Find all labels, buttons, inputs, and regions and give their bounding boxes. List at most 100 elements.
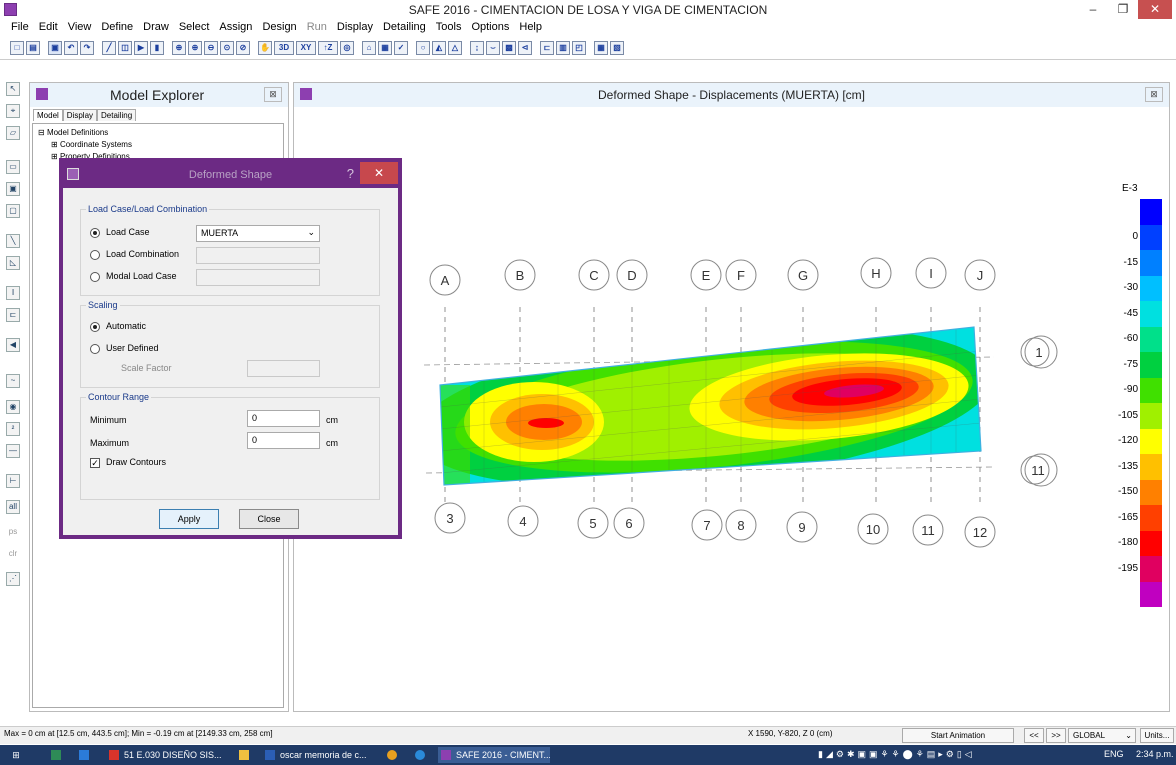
lock-icon[interactable]: ▮ [150, 40, 164, 55]
redo-icon[interactable]: ↷ [80, 40, 94, 55]
zoom-fit-icon[interactable]: ⊙ [220, 40, 234, 55]
start-animation-button[interactable]: Start Animation [902, 728, 1014, 743]
help-button[interactable]: ? [347, 166, 354, 181]
new-icon[interactable]: □ [10, 40, 24, 55]
load-case-select[interactable]: MUERTA ⌄ [196, 225, 320, 242]
user-defined-radio[interactable] [90, 344, 100, 354]
support-icon[interactable]: ◭ [432, 40, 446, 55]
tab-model[interactable]: Model [33, 109, 63, 121]
undo-icon[interactable]: ↶ [64, 40, 78, 55]
tree-node-model-definitions[interactable]: ⊟ Model Definitions [38, 128, 108, 137]
draw-rect-icon[interactable]: ▣ [6, 182, 20, 196]
view-close-button[interactable]: ⊠ [1145, 87, 1163, 102]
draw-point-icon[interactable]: ◉ [6, 400, 20, 414]
minimize-button[interactable]: – [1080, 0, 1106, 19]
circle-icon[interactable]: ○ [416, 40, 430, 55]
triangle-icon[interactable]: △ [448, 40, 462, 55]
menu-design[interactable]: Design [257, 20, 301, 36]
grid-bubble-H[interactable]: H [860, 257, 892, 289]
modal-load-case-radio[interactable] [90, 272, 100, 282]
draw-wall-icon[interactable]: ⊏ [6, 308, 20, 322]
open-icon[interactable]: ▤ [26, 40, 40, 55]
check-icon[interactable]: ✓ [394, 40, 408, 55]
draw-tendon-icon[interactable]: ~ [6, 374, 20, 388]
menu-tools[interactable]: Tools [431, 20, 467, 36]
menu-view[interactable]: View [63, 20, 97, 36]
zoom-window-icon[interactable]: ⊕ [172, 40, 186, 55]
grid-bubble-8[interactable]: 8 [725, 509, 757, 541]
draw-opening-icon[interactable]: ▢ [6, 204, 20, 218]
show-forces-icon[interactable]: ▦ [378, 40, 392, 55]
load-case-radio[interactable] [90, 228, 100, 238]
taskbar-item-explorer[interactable] [236, 747, 258, 763]
grid-bubble-row-1[interactable]: 1 [1020, 335, 1058, 369]
grid-bubble-12[interactable]: 12 [964, 516, 996, 548]
taskbar-app-project[interactable] [48, 747, 70, 763]
rebar-icon[interactable]: ▥ [556, 40, 570, 55]
grid-bubble-G[interactable]: G [787, 259, 819, 291]
snap-icon[interactable]: ⊢ [6, 474, 20, 488]
explorer-close-button[interactable]: ⊠ [264, 87, 282, 102]
expand-icon[interactable]: ⊞ [51, 152, 58, 161]
view-3d-button[interactable]: 3D [274, 40, 294, 55]
restore-button[interactable]: ❐ [1110, 0, 1136, 19]
stress-icon[interactable]: ▩ [502, 40, 516, 55]
draw-area-icon[interactable]: ▭ [6, 160, 20, 174]
save-icon[interactable]: ▣ [48, 40, 62, 55]
pointer-icon[interactable]: ╱ [102, 40, 116, 55]
run-icon[interactable]: ▶ [134, 40, 148, 55]
dialog-close-button[interactable]: ✕ [360, 162, 398, 184]
draw-slab-icon[interactable]: ▱ [6, 126, 20, 140]
grid-bubble-I[interactable]: I [915, 257, 947, 289]
grid-bubble-6[interactable]: 6 [613, 507, 645, 539]
units-button[interactable]: Units... [1140, 728, 1174, 743]
grid-bubble-C[interactable]: C [578, 259, 610, 291]
pan-icon[interactable]: ✋ [258, 40, 272, 55]
automatic-radio[interactable] [90, 322, 100, 332]
taskbar-item-word[interactable]: oscar memoria de c... [262, 747, 376, 763]
dimension-icon[interactable]: ² [6, 422, 20, 436]
menu-draw[interactable]: Draw [138, 20, 174, 36]
refresh-icon[interactable]: ◫ [118, 40, 132, 55]
zoom-previous-icon[interactable]: ⊘ [236, 40, 250, 55]
grid-bubble-E[interactable]: E [690, 259, 722, 291]
select-pointer-icon[interactable]: ↖ [6, 82, 20, 96]
select-all-icon[interactable]: all [6, 500, 20, 514]
maximum-input[interactable]: 0 [247, 432, 320, 449]
load-combination-radio[interactable] [90, 250, 100, 260]
perspective-icon[interactable]: ◎ [340, 40, 354, 55]
grid-bubble-D[interactable]: D [616, 259, 648, 291]
taskbar-item-chrome[interactable] [384, 747, 406, 763]
tab-display[interactable]: Display [62, 109, 98, 121]
reaction-icon[interactable]: ↨ [470, 40, 484, 55]
previous-button[interactable]: << [1024, 728, 1044, 743]
zoom-in-icon[interactable]: ⊕ [188, 40, 202, 55]
language-indicator[interactable]: ENG [1104, 749, 1124, 759]
taskbar-app-outlook[interactable] [76, 747, 98, 763]
draw-column-icon[interactable]: Ⅰ [6, 286, 20, 300]
expand-icon[interactable]: ⊞ [51, 140, 58, 149]
minimum-input[interactable]: 0 [247, 410, 320, 427]
draw-strip-icon[interactable]: ◀ [6, 338, 20, 352]
design-icon[interactable]: ⊏ [540, 40, 554, 55]
grid-bubble-row-11[interactable]: 11 [1020, 453, 1058, 487]
table-icon[interactable]: ▦ [594, 40, 608, 55]
coord-system-select[interactable]: GLOBAL ⌄ [1068, 728, 1136, 743]
menu-display[interactable]: Display [332, 20, 378, 36]
contour-plot[interactable]: A B C D E F G H I J 3 4 5 6 7 8 9 10 11 … [294, 107, 1094, 711]
menu-select[interactable]: Select [174, 20, 215, 36]
grid-bubble-11[interactable]: 11 [912, 514, 944, 546]
apply-button[interactable]: Apply [159, 509, 219, 529]
view-z-button[interactable]: ↑Z [318, 40, 338, 55]
previous-selection-icon[interactable]: ps [6, 526, 20, 540]
grid-bubble-10[interactable]: 10 [857, 513, 889, 545]
clear-selection-icon[interactable]: clr [6, 548, 20, 562]
grid-icon[interactable]: ▧ [610, 40, 624, 55]
grid-bubble-J[interactable]: J [964, 259, 996, 291]
menu-define[interactable]: Define [96, 20, 138, 36]
start-button[interactable]: ⊞ [0, 747, 32, 763]
view-xy-button[interactable]: XY [296, 40, 316, 55]
show-deformed-icon[interactable]: ⌂ [362, 40, 376, 55]
taskbar-item-safe[interactable]: SAFE 2016 - CIMENT... [438, 747, 550, 763]
menu-edit[interactable]: Edit [34, 20, 63, 36]
